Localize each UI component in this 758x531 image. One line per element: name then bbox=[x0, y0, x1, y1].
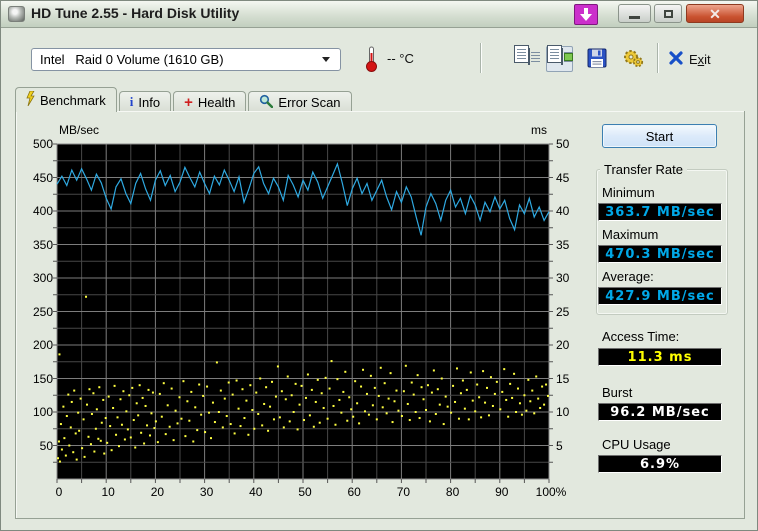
exit-button[interactable]: Exit bbox=[669, 46, 711, 72]
close-icon: ✕ bbox=[709, 5, 721, 22]
cpu-usage-value: 6.9% bbox=[598, 455, 722, 473]
temperature-value: -- °C bbox=[387, 51, 414, 66]
left-axis-tick-label: 450 bbox=[32, 170, 53, 185]
x-axis-tick-label: 0 bbox=[55, 485, 63, 499]
x-axis-tick-label: 20 bbox=[150, 485, 165, 499]
right-axis-unit: ms bbox=[531, 123, 547, 137]
options-button[interactable] bbox=[619, 46, 646, 72]
maximum-label: Maximum bbox=[602, 227, 659, 242]
tab-label: Benchmark bbox=[40, 92, 106, 108]
chevron-down-icon bbox=[322, 57, 330, 62]
benchmark-tab-page: MB/sec ms Start Transfer Rate Minimum 36… bbox=[15, 111, 745, 519]
right-axis-tick-label: 10 bbox=[556, 405, 570, 419]
x-axis-tick-label: 40 bbox=[249, 485, 263, 499]
right-axis-tick-label: 35 bbox=[556, 237, 570, 252]
magnifier-icon bbox=[259, 94, 274, 111]
burst-value: 96.2 MB/sec bbox=[598, 403, 722, 421]
cpu-usage-label: CPU Usage bbox=[602, 437, 671, 452]
right-axis-tick-label: 30 bbox=[556, 271, 570, 285]
options-gear-icon bbox=[622, 48, 644, 71]
right-axis-tick-label: 5 bbox=[556, 438, 563, 453]
left-axis-tick-label: 250 bbox=[32, 304, 53, 319]
tab-label: Info bbox=[138, 94, 161, 110]
minimize-icon bbox=[629, 16, 640, 19]
device-dropdown-value: Intel Raid 0 Volume (1610 GB) bbox=[40, 52, 224, 67]
minimize-button[interactable] bbox=[618, 4, 651, 23]
maximize-button[interactable] bbox=[654, 4, 682, 23]
x-axis-tick-label: 60 bbox=[347, 485, 361, 499]
right-axis-tick-label: 20 bbox=[556, 338, 570, 352]
x-axis-tick-label: 10 bbox=[101, 485, 115, 499]
right-axis-tick-label: 40 bbox=[556, 204, 570, 218]
average-label: Average: bbox=[602, 269, 654, 284]
x-axis-tick-label: 80 bbox=[445, 485, 460, 499]
left-axis-tick-label: 400 bbox=[32, 204, 53, 218]
maximum-value: 470.3 MB/sec bbox=[598, 245, 722, 263]
left-axis-tick-label: 150 bbox=[32, 371, 53, 386]
copy-icon bbox=[514, 45, 539, 69]
lightning-icon bbox=[26, 90, 35, 109]
close-button[interactable]: ✕ bbox=[686, 4, 744, 23]
copy-text-button[interactable] bbox=[513, 45, 540, 72]
left-axis-tick-label: 500 bbox=[32, 137, 53, 151]
copy-screenshot-button[interactable] bbox=[546, 45, 573, 72]
health-cross-icon: + bbox=[184, 93, 193, 111]
app-icon bbox=[8, 6, 25, 22]
average-value: 427.9 MB/sec bbox=[598, 287, 722, 305]
window-title: HD Tune 2.55 - Hard Disk Utility bbox=[31, 5, 240, 21]
benchmark-chart bbox=[53, 143, 553, 483]
start-button[interactable]: Start bbox=[602, 124, 717, 148]
tab-label: Health bbox=[197, 94, 236, 110]
right-axis-tick-label: 45 bbox=[556, 170, 570, 185]
exit-x-icon bbox=[669, 50, 683, 68]
right-axis-tick-label: 25 bbox=[556, 304, 570, 319]
left-axis-tick-label: 100 bbox=[32, 405, 53, 419]
title-bar: HD Tune 2.55 - Hard Disk Utility ✕ bbox=[1, 1, 757, 28]
access-time-label: Access Time: bbox=[602, 329, 680, 344]
save-button[interactable] bbox=[583, 46, 610, 72]
left-axis-tick-label: 350 bbox=[32, 237, 53, 252]
save-icon bbox=[587, 48, 607, 71]
left-axis-tick-label: 50 bbox=[39, 438, 53, 453]
tab-label: Error Scan bbox=[278, 94, 341, 110]
tab-strip: Benchmark i Info + Health Error Scan bbox=[15, 87, 354, 112]
toolbar-separator bbox=[657, 43, 659, 73]
tab-benchmark[interactable]: Benchmark bbox=[15, 87, 117, 112]
right-axis-tick-label: 50 bbox=[556, 137, 570, 151]
toolbar: Intel Raid 0 Volume (1610 GB) -- °C Exit bbox=[1, 29, 757, 85]
x-axis-tick-label: 100% bbox=[535, 485, 567, 499]
app-window: HD Tune 2.55 - Hard Disk Utility ✕ Intel… bbox=[0, 0, 758, 531]
left-axis-tick-label: 200 bbox=[32, 338, 53, 352]
right-axis-tick-label: 15 bbox=[556, 371, 570, 386]
screenshot-copy-icon bbox=[547, 45, 573, 69]
download-overlay-icon[interactable] bbox=[574, 4, 598, 25]
toolbar-separator bbox=[480, 43, 482, 73]
burst-label: Burst bbox=[602, 385, 633, 400]
x-axis-tick-label: 90 bbox=[495, 485, 509, 499]
access-time-value: 11.3 ms bbox=[598, 348, 722, 366]
minimum-label: Minimum bbox=[602, 185, 655, 200]
transfer-rate-group-title: Transfer Rate bbox=[600, 162, 687, 177]
left-axis-unit: MB/sec bbox=[59, 123, 100, 137]
x-axis-tick-label: 50 bbox=[298, 485, 312, 499]
thermometer-icon bbox=[365, 45, 378, 77]
left-axis-tick-label: 300 bbox=[32, 271, 53, 285]
x-axis-tick-label: 70 bbox=[396, 485, 411, 499]
tab-health[interactable]: + Health bbox=[173, 91, 247, 112]
maximize-icon bbox=[663, 9, 673, 18]
tab-error-scan[interactable]: Error Scan bbox=[248, 91, 352, 112]
minimum-value: 363.7 MB/sec bbox=[598, 203, 722, 221]
info-icon: i bbox=[129, 94, 134, 109]
tab-info[interactable]: i Info bbox=[118, 91, 172, 112]
device-dropdown[interactable]: Intel Raid 0 Volume (1610 GB) bbox=[31, 48, 341, 71]
x-axis-tick-label: 30 bbox=[199, 485, 214, 499]
exit-label: Exit bbox=[689, 51, 711, 67]
